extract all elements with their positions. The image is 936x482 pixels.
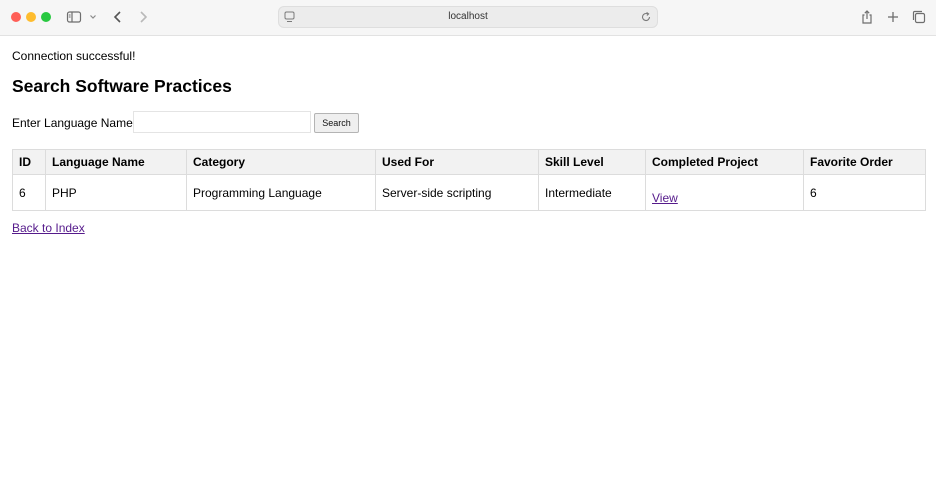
table-row: 6 PHP Programming Language Server-side s… bbox=[12, 174, 926, 211]
results-table: ID Language Name Category Used For Skill… bbox=[12, 149, 926, 211]
address-bar[interactable]: localhost bbox=[278, 6, 658, 28]
reload-icon[interactable] bbox=[640, 10, 652, 29]
search-input[interactable] bbox=[133, 111, 311, 133]
view-project-link[interactable]: View bbox=[652, 191, 678, 205]
back-arrow-icon[interactable] bbox=[110, 9, 126, 30]
new-tab-icon[interactable] bbox=[885, 9, 901, 30]
cell-language-name: PHP bbox=[45, 174, 187, 211]
minimize-window-button[interactable] bbox=[26, 12, 36, 22]
cell-used-for: Server-side scripting bbox=[375, 174, 539, 211]
close-window-button[interactable] bbox=[11, 12, 21, 22]
column-header-completed-project: Completed Project bbox=[645, 149, 804, 175]
cell-favorite-order: 6 bbox=[803, 174, 926, 211]
share-icon[interactable] bbox=[859, 9, 875, 30]
column-header-category: Category bbox=[186, 149, 376, 175]
status-message: Connection successful! bbox=[12, 49, 136, 63]
address-text: localhost bbox=[448, 11, 488, 22]
maximize-window-button[interactable] bbox=[41, 12, 51, 22]
cell-completed-project: View bbox=[645, 174, 804, 211]
search-button[interactable]: Search bbox=[314, 113, 359, 133]
column-header-id: ID bbox=[12, 149, 46, 175]
forward-arrow-icon[interactable] bbox=[135, 9, 151, 30]
column-header-used-for: Used For bbox=[375, 149, 539, 175]
sidebar-icon[interactable] bbox=[66, 9, 82, 30]
column-header-language-name: Language Name bbox=[45, 149, 187, 175]
table-header-row: ID Language Name Category Used For Skill… bbox=[12, 149, 926, 175]
column-header-skill-level: Skill Level bbox=[538, 149, 646, 175]
column-header-favorite-order: Favorite Order bbox=[803, 149, 926, 175]
tab-overview-icon[interactable] bbox=[911, 9, 927, 30]
page-title: Search Software Practices bbox=[12, 76, 232, 96]
chevron-down-icon[interactable] bbox=[88, 9, 98, 30]
search-label: Enter Language Name: bbox=[12, 116, 137, 130]
cell-id: 6 bbox=[12, 174, 46, 211]
cell-category: Programming Language bbox=[186, 174, 376, 211]
cell-skill-level: Intermediate bbox=[538, 174, 646, 211]
browser-toolbar: localhost bbox=[0, 0, 936, 36]
back-to-index-link[interactable]: Back to Index bbox=[12, 221, 85, 235]
